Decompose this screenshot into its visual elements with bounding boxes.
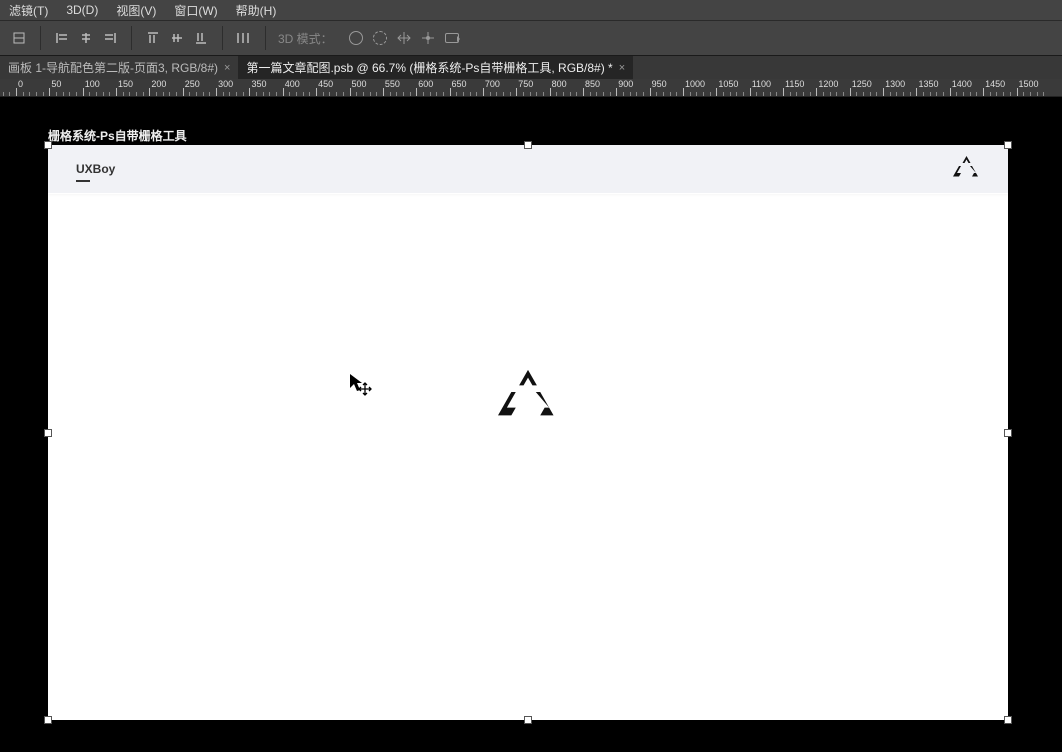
align-bottom-icon[interactable]: [190, 27, 212, 49]
align-left-icon[interactable]: [51, 27, 73, 49]
menu-3d[interactable]: 3D(D): [63, 1, 101, 19]
document-tab[interactable]: 画板 1-导航配色第二版-页面3, RGB/8#) ×: [0, 56, 238, 79]
3d-pan-icon[interactable]: [393, 27, 415, 49]
3d-slide-icon[interactable]: [417, 27, 439, 49]
document-tab[interactable]: 第一篇文章配图.psb @ 66.7% (栅格系统-Ps自带栅格工具, RGB/…: [238, 56, 633, 79]
ruler-horizontal[interactable]: -500501001502002503003504004505005506006…: [0, 79, 1062, 97]
document-tab-label: 第一篇文章配图.psb @ 66.7% (栅格系统-Ps自带栅格工具, RGB/…: [246, 59, 612, 76]
3d-camera-icon[interactable]: [441, 27, 463, 49]
3d-rotate-icon[interactable]: [369, 27, 391, 49]
align-vcenter-icon[interactable]: [166, 27, 188, 49]
close-icon[interactable]: ×: [619, 62, 625, 74]
3d-orbit-icon[interactable]: [345, 27, 367, 49]
menu-window[interactable]: 窗口(W): [171, 0, 220, 21]
selection-handle[interactable]: [524, 141, 532, 149]
distribute-icon[interactable]: [233, 27, 255, 49]
selection-handle[interactable]: [44, 716, 52, 724]
center-triangle-logo-icon: [498, 370, 558, 427]
artboard-label[interactable]: 栅格系统-Ps自带栅格工具: [48, 127, 187, 144]
autoselect-icon[interactable]: [8, 27, 30, 49]
align-right-icon[interactable]: [99, 27, 121, 49]
align-hcenter-icon[interactable]: [75, 27, 97, 49]
menu-filter[interactable]: 滤镜(T): [6, 0, 51, 21]
close-icon[interactable]: ×: [224, 62, 230, 74]
menu-help[interactable]: 帮助(H): [233, 0, 280, 21]
triangle-logo-icon: [953, 156, 980, 183]
menu-bar: 滤镜(T) 3D(D) 视图(V) 窗口(W) 帮助(H): [0, 0, 1062, 21]
selection-handle[interactable]: [44, 141, 52, 149]
document-tab-label: 画板 1-导航配色第二版-页面3, RGB/8#): [8, 59, 218, 76]
menu-view[interactable]: 视图(V): [113, 0, 159, 21]
selection-handle[interactable]: [44, 429, 52, 437]
selection-handle[interactable]: [1004, 716, 1012, 724]
align-top-icon[interactable]: [142, 27, 164, 49]
document-tab-bar: 画板 1-导航配色第二版-页面3, RGB/8#) × 第一篇文章配图.psb @ …: [0, 56, 1062, 79]
selection-handle[interactable]: [524, 716, 532, 724]
canvas-area[interactable]: 栅格系统-Ps自带栅格工具 UXBoy: [0, 97, 1062, 752]
artboard[interactable]: UXBoy: [48, 145, 1008, 720]
selection-handle[interactable]: [1004, 429, 1012, 437]
mode3d-label: 3D 模式：: [272, 30, 339, 47]
selection-handle[interactable]: [1004, 141, 1012, 149]
options-bar: 3D 模式：: [0, 21, 1062, 56]
design-header-bar: UXBoy: [48, 145, 1008, 194]
brand-text: UXBoy: [76, 162, 115, 176]
